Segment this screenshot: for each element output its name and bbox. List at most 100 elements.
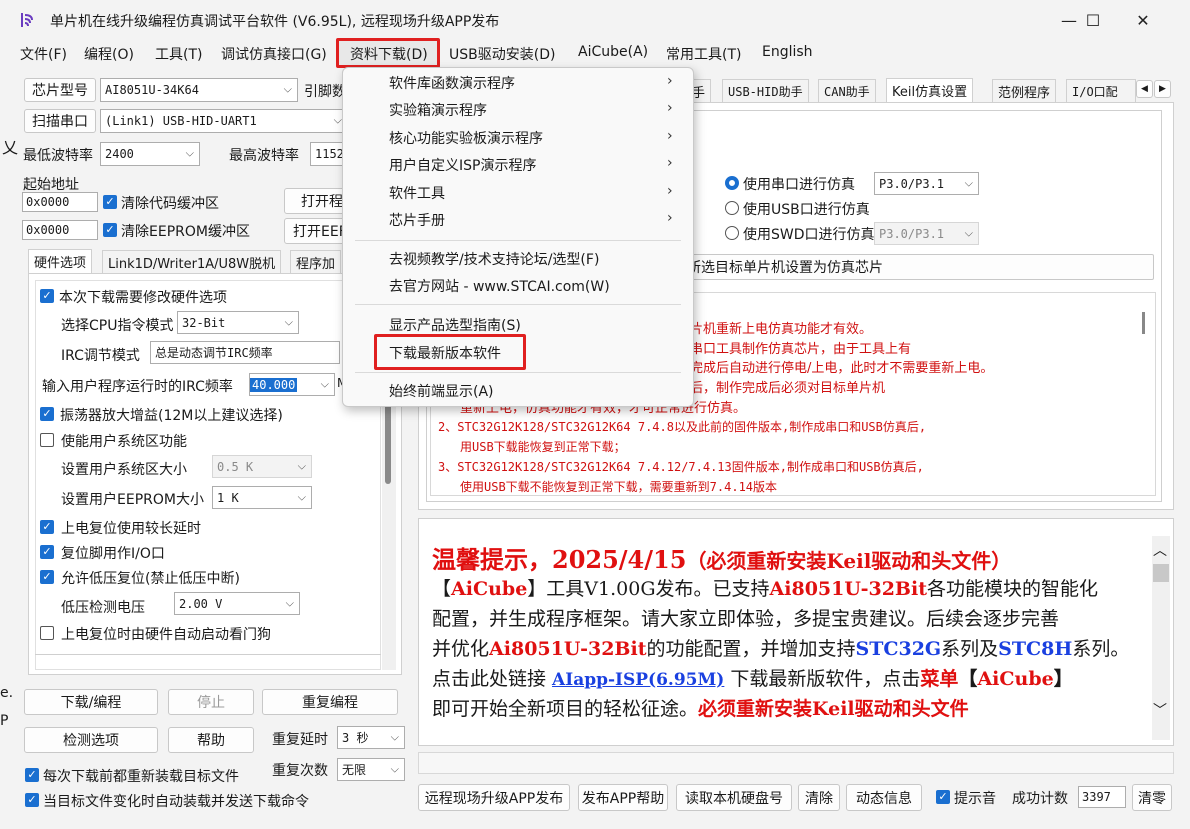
tab-program-encrypt[interactable]: 程序加 (290, 250, 342, 274)
watchdog-checkbox[interactable] (40, 626, 54, 640)
reset-count-button[interactable]: 清零 (1132, 784, 1172, 811)
sys-size-select[interactable]: 0.5 K ⌵ (212, 455, 312, 478)
code-address-input[interactable]: 0x0000 (22, 192, 98, 212)
stop-button[interactable]: 停止 (168, 689, 254, 715)
eeprom-address-input[interactable]: 0x0000 (22, 220, 98, 240)
read-disk-button[interactable]: 读取本机硬盘号 (676, 784, 792, 811)
auto-reload-checkbox[interactable]: ✓ (25, 793, 39, 807)
remote-app-button[interactable]: 远程现场升级APP发布 (418, 784, 570, 811)
low-volt-select[interactable]: 2.00 V ⌵ (174, 592, 300, 615)
cpu-mode-value: 32-Bit (182, 315, 226, 330)
sys-size-label: 设置用户系统区大小 (61, 462, 187, 478)
news-bracket: 【 (958, 668, 978, 690)
clear-eeprom-label: 清除EEPROM缓冲区 (121, 224, 250, 240)
open-program-button[interactable]: 打开程 (284, 188, 348, 214)
news-aicube: AiCube (451, 578, 528, 600)
menu-chip-manuals[interactable]: 芯片手册 (389, 210, 445, 230)
menu-file[interactable]: 文件(F) (20, 44, 67, 64)
menu-aicube[interactable]: AiCube(A) (578, 44, 648, 60)
beep-checkbox[interactable]: ✓ (936, 790, 950, 804)
app-help-button[interactable]: 发布APP帮助 (578, 784, 668, 811)
use-usb-radio[interactable] (725, 201, 739, 215)
tab-examples[interactable]: 范例程序 (992, 79, 1057, 103)
irc-freq-label: 输入用户程序运行时的IRC频率 (42, 379, 233, 395)
tab-scroll-right-icon[interactable]: ▶ (1154, 80, 1171, 98)
news-heading: 温馨提示，2025/4/15（必须重新安装Keil驱动和头文件） (432, 540, 1011, 575)
osc-gain-checkbox[interactable]: ✓ (40, 407, 54, 421)
repeat-delay-select[interactable]: 3 秒 ⌵ (337, 726, 405, 749)
clear-eeprom-checkbox[interactable]: ✓ (103, 223, 117, 237)
chevron-down-icon: ⌵ (185, 146, 194, 160)
scan-port-button[interactable]: 扫描串口 (24, 109, 96, 133)
tab-usb-hid-helper[interactable]: USB-HID助手 (722, 79, 809, 103)
tab-hardware-options[interactable]: 硬件选项 (28, 249, 93, 273)
eeprom-size-value: 1 K (217, 490, 239, 505)
clear-button[interactable]: 清除 (798, 784, 840, 811)
set-sim-chip-button[interactable]: 所选目标单片机设置为仿真芯片 (668, 254, 1154, 280)
menu-official-website[interactable]: 去官方网站 - www.STCAI.com(W) (389, 276, 610, 296)
help-button[interactable]: 帮助 (168, 727, 254, 753)
port-select[interactable]: (Link1) USB-HID-UART1 ⌵ (100, 109, 348, 133)
use-serial-label: 使用串口进行仿真 (743, 177, 855, 193)
serial-pins-select[interactable]: P3.0/P3.1 ⌵ (874, 172, 979, 195)
menu-always-on-top[interactable]: 始终前端显示(A) (389, 381, 494, 401)
warning-line: 2、STC32G12K128/STC32G12K64 7.4.8以及此前的固件版… (438, 420, 927, 434)
chip-model-select[interactable]: AI8051U-34K64 ⌵ (100, 78, 298, 102)
menu-debug-interface[interactable]: 调试仿真接口(G) (221, 44, 327, 64)
tab-can-helper[interactable]: CAN助手 (818, 79, 876, 103)
menu-custom-isp-demos[interactable]: 用户自定义ISP演示程序 (389, 155, 536, 175)
min-baud-select[interactable]: 2400 ⌵ (100, 142, 200, 166)
menu-resource-download[interactable]: 资料下载(D) (350, 44, 428, 64)
menu-lab-box-demos[interactable]: 实验箱演示程序 (389, 100, 487, 120)
menu-selection-guide[interactable]: 显示产品选型指南(S) (389, 315, 521, 335)
maximize-button[interactable]: ☐ (1070, 0, 1116, 40)
warning-scroll-thumb[interactable] (1142, 312, 1145, 334)
scroll-up-icon[interactable]: ︿ (1153, 540, 1167, 560)
news-heading-text: 温馨提示，2025/4/15 (432, 545, 687, 574)
warning-line: 3、STC32G12K128/STC32G12K64 7.4.12/7.4.13… (438, 460, 924, 474)
close-button[interactable]: ✕ (1120, 0, 1166, 40)
reprogram-button[interactable]: 重复编程 (262, 689, 398, 715)
tab-keil-sim[interactable]: Keil仿真设置 (886, 78, 974, 102)
detect-options-button[interactable]: 检测选项 (24, 727, 158, 753)
reset-io-checkbox[interactable]: ✓ (40, 545, 54, 559)
irc-freq-select[interactable]: 40.000 ⌵ (249, 373, 335, 396)
menu-download-latest[interactable]: 下载最新版本软件 (389, 343, 501, 363)
menu-separator (355, 240, 681, 241)
warning-scrollbar[interactable] (1138, 296, 1152, 492)
download-button[interactable]: 下载/编程 (24, 689, 158, 715)
menu-video-forum[interactable]: 去视频教学/技术支持论坛/选型(F) (389, 249, 599, 269)
menu-usb-driver[interactable]: USB驱动安装(D) (449, 44, 555, 64)
tab-offline-writer[interactable]: Link1D/Writer1A/U8W脱机 (102, 250, 282, 274)
menu-core-board-demos[interactable]: 核心功能实验板演示程序 (389, 128, 543, 148)
scroll-down-icon[interactable]: ﹀ (1153, 700, 1167, 720)
tab-io-config[interactable]: I/O口配 (1066, 79, 1136, 103)
irc-mode-select[interactable]: 总是动态调节IRC频率 (150, 341, 340, 364)
tab-scroll-left-icon[interactable]: ◀ (1136, 80, 1153, 98)
download-link[interactable]: AIapp-ISP(6.95M) (552, 670, 724, 690)
chip-model-button[interactable]: 芯片型号 (24, 78, 96, 102)
menu-tools[interactable]: 工具(T) (155, 44, 202, 64)
eeprom-size-select[interactable]: 1 K ⌵ (212, 486, 312, 509)
cpu-mode-select[interactable]: 32-Bit ⌵ (177, 311, 299, 334)
power-reset-checkbox[interactable]: ✓ (40, 520, 54, 534)
open-eeprom-button[interactable]: 打开EEF (284, 218, 348, 244)
swd-pins-select[interactable]: P3.0/P3.1 ⌵ (874, 222, 979, 245)
news-menu: 菜单 (920, 668, 959, 690)
reload-each-checkbox[interactable]: ✓ (25, 768, 39, 782)
menu-english[interactable]: English (762, 44, 813, 60)
modify-hw-checkbox[interactable]: ✓ (40, 289, 54, 303)
menu-software-tools[interactable]: 软件工具 (389, 183, 445, 203)
news-scroll-thumb[interactable] (1153, 564, 1169, 582)
low-volt-checkbox[interactable]: ✓ (40, 570, 54, 584)
menu-library-demos[interactable]: 软件库函数演示程序 (389, 73, 515, 93)
menu-program[interactable]: 编程(O) (84, 44, 134, 64)
use-serial-radio[interactable] (725, 176, 739, 190)
news-text: 的功能配置，并增加支持 (646, 638, 856, 660)
menu-common-tools[interactable]: 常用工具(T) (666, 44, 741, 64)
use-swd-radio[interactable] (725, 226, 739, 240)
repeat-count-select[interactable]: 无限 ⌵ (337, 758, 405, 781)
dynamic-info-button[interactable]: 动态信息 (846, 784, 922, 811)
clear-code-checkbox[interactable]: ✓ (103, 195, 117, 209)
user-sys-checkbox[interactable] (40, 433, 54, 447)
